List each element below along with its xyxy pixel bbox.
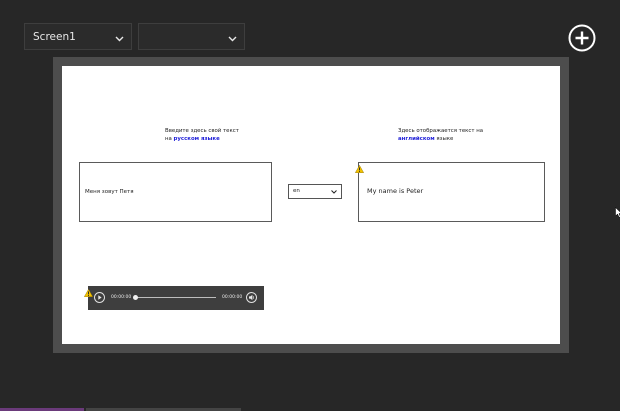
add-screen-button[interactable] (568, 24, 596, 52)
play-icon (98, 295, 102, 300)
add-circle-icon (568, 24, 596, 52)
source-text-input[interactable]: Меня зовут Петя (79, 162, 272, 222)
output-hint-line1: Здесь отображается текст на (398, 128, 484, 134)
input-hint-prefix: на (165, 136, 174, 142)
play-button[interactable] (94, 292, 105, 303)
output-hint-suffix: языке (434, 136, 454, 142)
output-hint-lang: английском (398, 136, 435, 142)
warning-icon (354, 158, 365, 173)
mouse-cursor-icon (615, 203, 620, 218)
volume-icon (249, 294, 255, 301)
chevron-down-icon (115, 33, 124, 45)
screen-select[interactable]: Screen1 (24, 23, 132, 50)
source-text-value: Меня зовут Петя (85, 189, 134, 195)
language-select-value: en (293, 188, 300, 194)
translated-text-label: My name is Peter (358, 162, 545, 222)
input-hint-lang: русском языке (173, 136, 220, 142)
audio-player[interactable]: 00:00:00 00:00:00 (88, 286, 264, 310)
translated-text-value: My name is Peter (367, 187, 424, 195)
chevron-down-icon (228, 33, 237, 45)
input-hint-label: Введите здесь свой текст на русском язык… (165, 127, 239, 143)
seek-thumb[interactable] (133, 295, 138, 300)
input-hint-line1: Введите здесь свой текст (165, 128, 239, 134)
screen-select-value: Screen1 (33, 31, 76, 43)
chevron-down-icon (331, 190, 337, 196)
volume-button[interactable] (246, 292, 257, 303)
total-time: 00:00:00 (222, 295, 243, 300)
output-hint-label: Здесь отображается текст на английском я… (398, 127, 483, 143)
current-time: 00:00:00 (111, 295, 132, 300)
language-select[interactable]: en (288, 184, 342, 199)
warning-icon (83, 282, 94, 297)
property-select[interactable] (138, 23, 245, 50)
seek-track[interactable] (135, 297, 216, 298)
